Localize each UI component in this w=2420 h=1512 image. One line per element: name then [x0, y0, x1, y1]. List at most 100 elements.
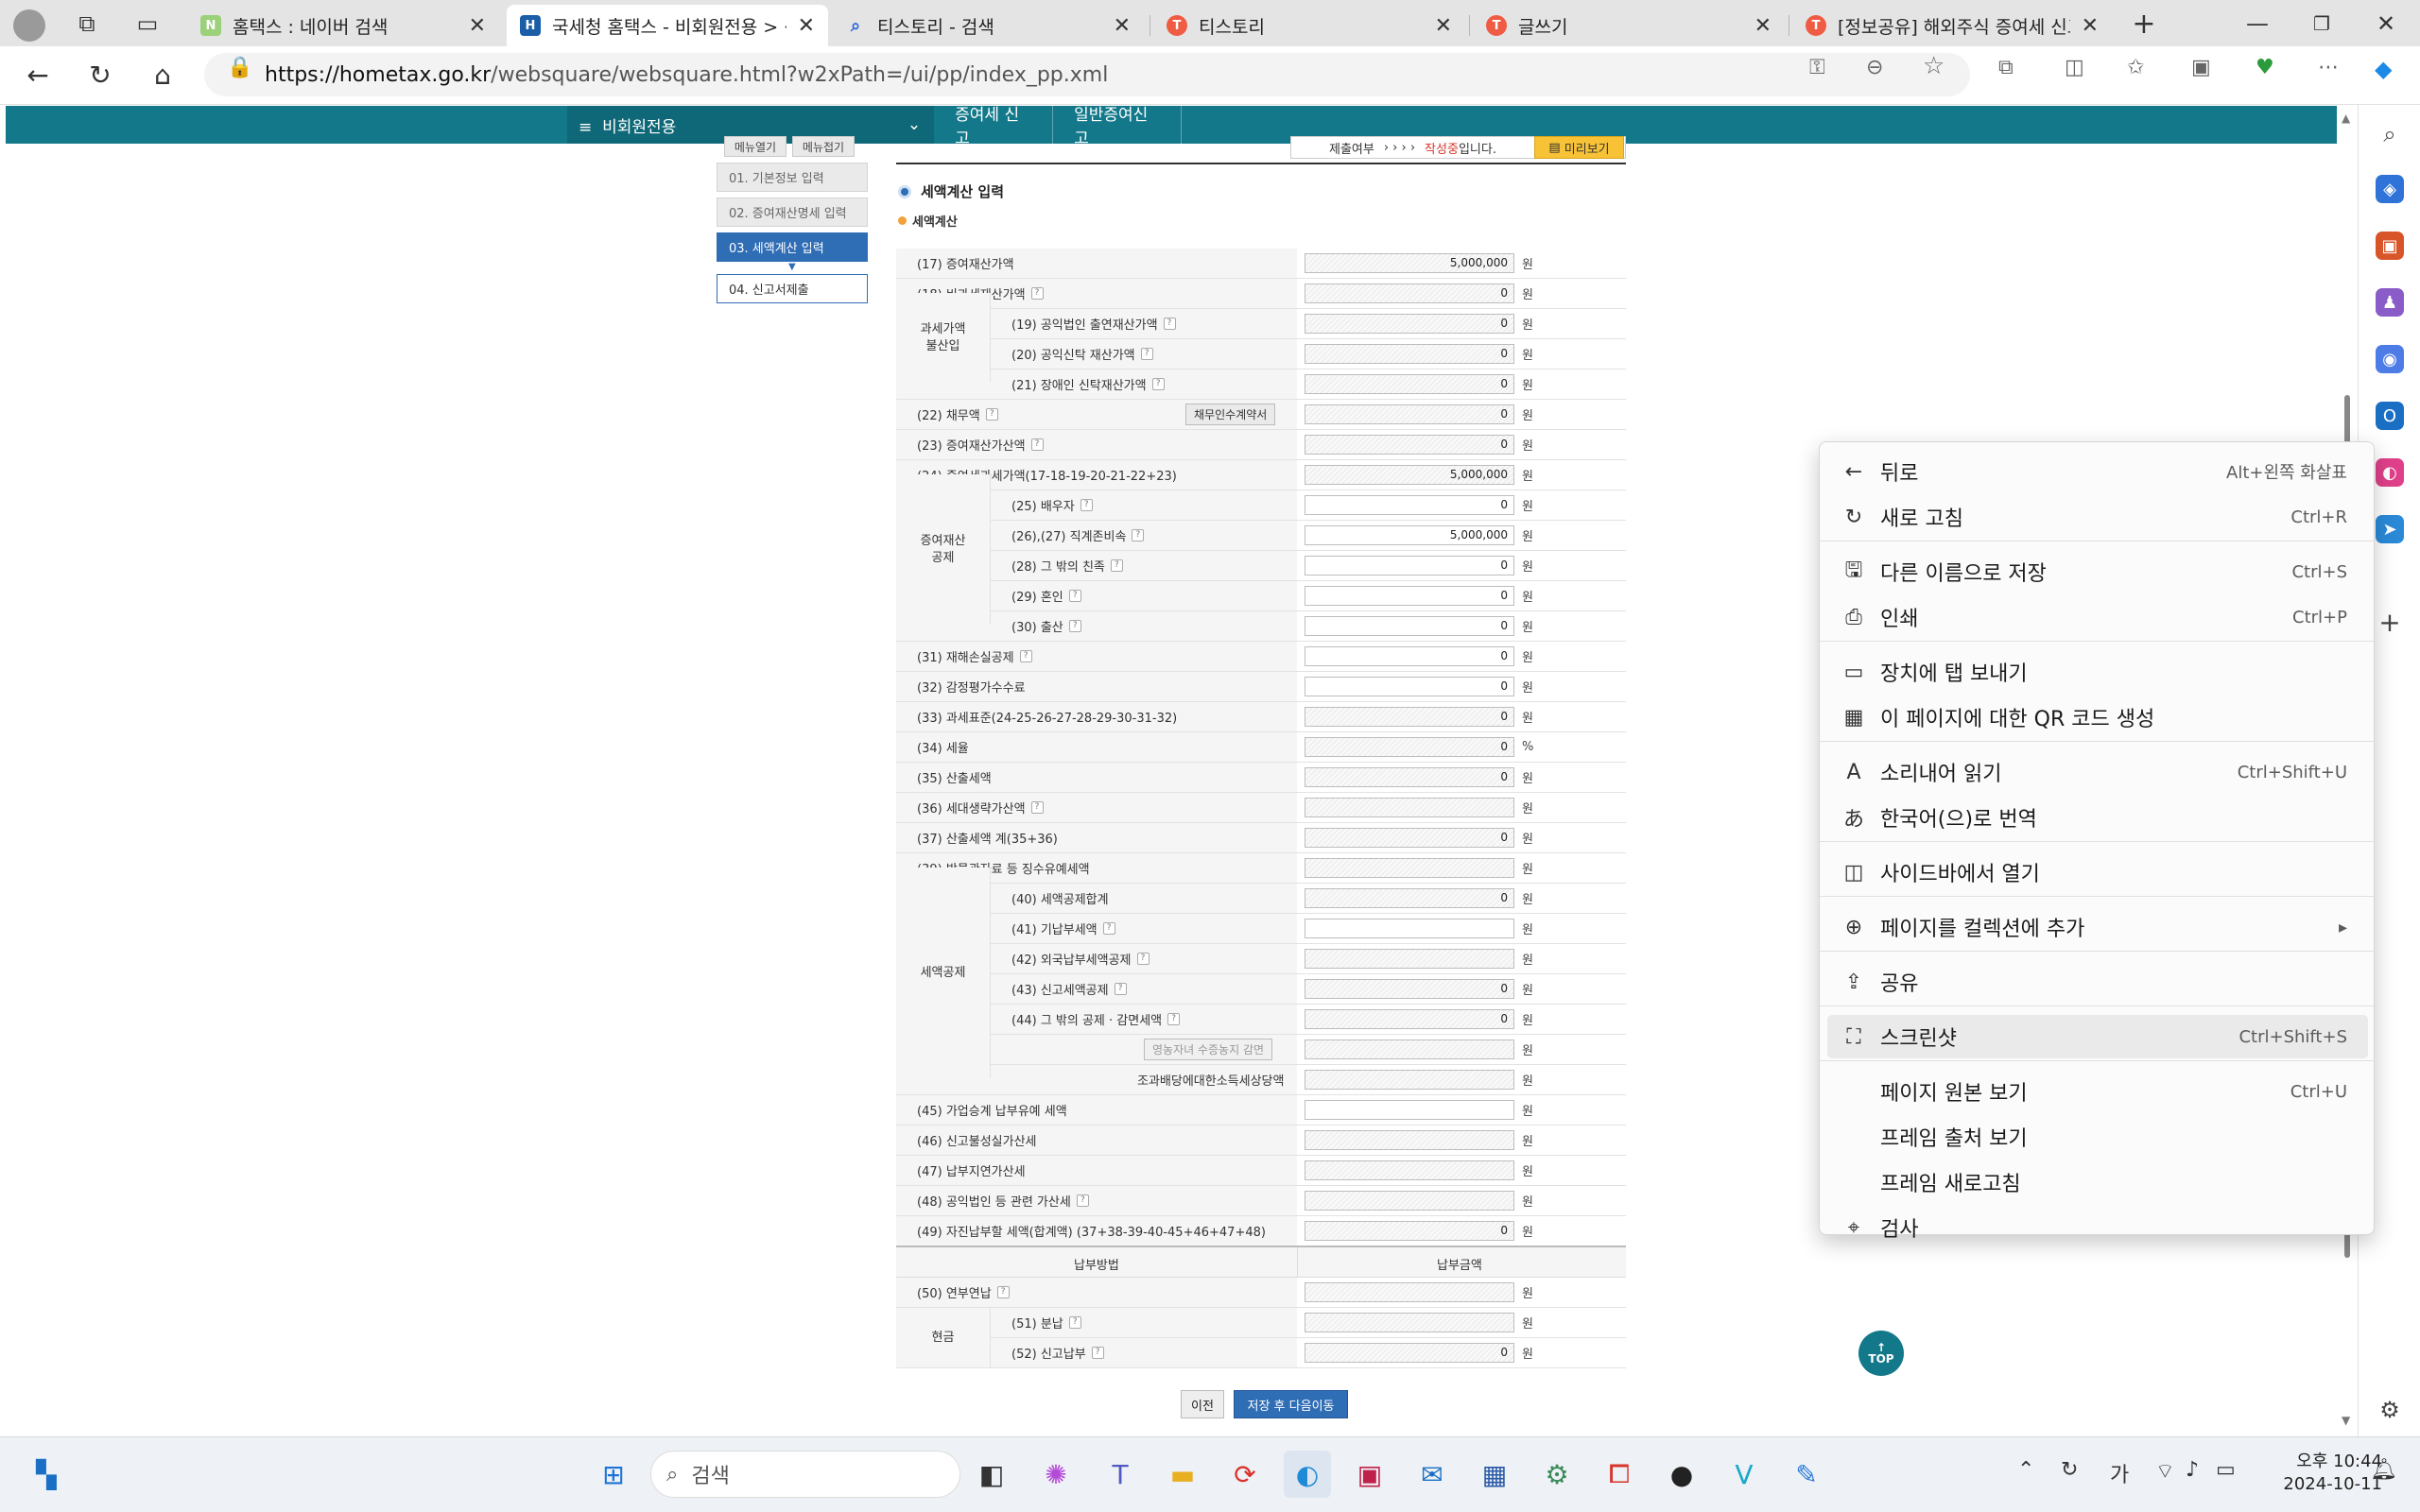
menu-item-sidebar[interactable]: ◫ 사이드바에서 열기 — [1827, 850, 2368, 894]
help-icon[interactable]: ? — [1163, 318, 1176, 330]
start-windows-icon[interactable]: ⊞ — [590, 1451, 637, 1498]
help-icon[interactable]: ? — [1068, 590, 1081, 602]
help-icon[interactable]: ? — [1030, 287, 1044, 300]
row-value-field[interactable]: 0 — [1305, 344, 1514, 364]
row-value-field[interactable]: 0 — [1305, 586, 1514, 606]
teams-icon[interactable]: T — [1097, 1451, 1144, 1498]
snip-app-icon[interactable]: ⧠ — [1596, 1451, 1643, 1498]
menu-item-item-12[interactable]: 페이지 원본 보기 Ctrl+U — [1827, 1070, 2368, 1113]
row-value-field[interactable] — [1305, 1282, 1514, 1302]
settings-app-icon[interactable]: ⚙ — [1533, 1451, 1581, 1498]
task-view-icon[interactable]: ◧ — [968, 1451, 1015, 1498]
row-value-field[interactable]: 5,000,000 — [1305, 465, 1514, 485]
notification-bell-icon[interactable]: 🔔︎ — [2371, 1458, 2397, 1482]
preview-button[interactable]: ▤ 미리보기 — [1534, 136, 1624, 159]
row-value-field[interactable]: 0 — [1305, 1009, 1514, 1029]
row-value-field[interactable]: 0 — [1305, 677, 1514, 696]
help-icon[interactable]: ? — [1091, 1347, 1104, 1359]
help-icon[interactable]: ? — [1080, 499, 1093, 511]
row-value-field[interactable]: 0 — [1305, 979, 1514, 999]
breadcrumb-gift-tax[interactable]: 증여세 신고 — [934, 106, 1054, 148]
row-value-field[interactable]: 0 — [1305, 1221, 1514, 1241]
row-value-field[interactable] — [1305, 858, 1514, 878]
menu-item-item-13[interactable]: 프레임 출처 보기 — [1827, 1115, 2368, 1159]
close-icon[interactable]: ✕ — [469, 14, 486, 38]
help-icon[interactable]: ? — [985, 408, 998, 421]
row-value-field[interactable]: 0 — [1305, 616, 1514, 636]
row-value-field[interactable] — [1305, 919, 1514, 938]
tab-actions-icon[interactable]: ▭ — [130, 8, 164, 40]
url-field[interactable]: https://hometax.go.kr/websquare/websquar… — [204, 53, 1970, 96]
row-value-field[interactable] — [1305, 1070, 1514, 1090]
vscode-like-icon[interactable]: V — [1720, 1451, 1768, 1498]
menu-item-share[interactable]: ⇪ 공유 — [1827, 960, 2368, 1004]
extensions-icon[interactable]: ⧉ — [1998, 56, 2014, 79]
clock[interactable]: 오후 10:44 2024-10-11 — [2259, 1451, 2382, 1496]
row-value-field[interactable]: 0 — [1305, 707, 1514, 727]
tab-hometax[interactable]: H 국세청 홈택스 - 비회원전용 > 신 ✕ — [507, 5, 828, 46]
copilot-app-icon[interactable]: ✺ — [1032, 1451, 1080, 1498]
row-value-field[interactable]: 0 — [1305, 435, 1514, 455]
row-value-field[interactable] — [1305, 1040, 1514, 1059]
row-value-field[interactable] — [1305, 1313, 1514, 1332]
save-next-button[interactable]: 저장 후 다음이동 — [1234, 1390, 1348, 1418]
search-icon[interactable]: ⌕ — [2376, 120, 2404, 148]
row-value-field[interactable] — [1305, 1160, 1514, 1180]
send-icon[interactable]: ➤ — [2376, 515, 2404, 543]
help-icon[interactable]: ? — [1019, 650, 1032, 662]
help-icon[interactable]: ? — [1140, 348, 1153, 360]
menu-item-qr-code[interactable]: ▦ 이 페이지에 대한 QR 코드 생성 — [1827, 696, 2368, 739]
collections-icon[interactable]: ▣ — [2191, 56, 2211, 79]
help-icon[interactable]: ? — [1151, 378, 1165, 390]
tab-tistory[interactable]: T 티스토리 ✕ — [1153, 5, 1465, 46]
row-value-field[interactable]: 0 — [1305, 888, 1514, 908]
close-icon[interactable]: ✕ — [2082, 14, 2099, 38]
row-value-field[interactable]: 0 — [1305, 374, 1514, 394]
help-icon[interactable]: ? — [1030, 801, 1044, 814]
mail-icon[interactable]: ✉ — [1409, 1451, 1456, 1498]
row-value-field[interactable]: 0 — [1305, 404, 1514, 424]
farmland-reduction-button[interactable]: 영농자녀 수증농지 감면 — [1144, 1039, 1273, 1060]
row-value-field[interactable]: 0 — [1305, 1343, 1514, 1363]
zoom-icon[interactable]: ⊖ — [1866, 56, 1883, 79]
minimize-icon[interactable]: — — [2240, 8, 2274, 40]
menu-item-collection[interactable]: ⊕ 페이지를 컬렉션에 추가 ▸ — [1827, 905, 2368, 949]
restore-icon[interactable]: ❐ — [2305, 8, 2339, 40]
row-value-field[interactable]: 5,000,000 — [1305, 525, 1514, 545]
step-submit[interactable]: 04. 신고서제출 — [717, 274, 868, 303]
menu-item-item-14[interactable]: 프레임 새로고침 — [1827, 1160, 2368, 1204]
row-value-field[interactable] — [1305, 1100, 1514, 1120]
tray-sync-icon[interactable]: ↻ — [2061, 1458, 2078, 1482]
menu-item-refresh[interactable]: ↻ 새로 고침 Ctrl+R — [1827, 495, 2368, 539]
tray-overflow-icon[interactable]: ⌃ — [2017, 1458, 2034, 1482]
debt-contract-button[interactable]: 채무인수계약서 — [1185, 404, 1276, 425]
favorites-icon[interactable]: ✩ — [2127, 56, 2144, 79]
refresh-icon[interactable]: ↻ — [79, 54, 121, 95]
scroll-down-icon[interactable]: ▼ — [2342, 1414, 2350, 1427]
row-value-field[interactable]: 0 — [1305, 556, 1514, 576]
menu-close-button[interactable]: 메뉴접기 — [792, 136, 855, 157]
row-value-field[interactable]: 0 — [1305, 828, 1514, 848]
obs-icon[interactable]: ● — [1658, 1451, 1705, 1498]
help-icon[interactable]: ? — [996, 1286, 1010, 1298]
file-explorer-icon[interactable]: ▬ — [1159, 1451, 1206, 1498]
step-tax-calc[interactable]: 03. 세액계산 입력 — [717, 232, 868, 262]
row-value-field[interactable] — [1305, 1191, 1514, 1211]
tab-naver-search[interactable]: N 홈택스 : 네이버 검색 ✕ — [187, 5, 499, 46]
help-icon[interactable]: ? — [1110, 559, 1123, 572]
menu-item-read-aloud[interactable]: A 소리내어 읽기 Ctrl+Shift+U — [1827, 750, 2368, 794]
close-icon[interactable]: ✕ — [1435, 14, 1452, 38]
close-icon[interactable]: ✕ — [798, 14, 815, 38]
row-value-field[interactable] — [1305, 949, 1514, 969]
row-value-field[interactable]: 0 — [1305, 646, 1514, 666]
scroll-top-button[interactable]: ↑ TOP — [1858, 1331, 1904, 1376]
settings-gear-icon[interactable]: ⚙ — [2376, 1396, 2404, 1424]
taskbar-search[interactable]: ⌕ 검색 — [650, 1451, 960, 1498]
favorite-star-icon[interactable]: ☆ — [1923, 52, 1945, 80]
window-close-icon[interactable]: ✕ — [2369, 8, 2403, 40]
edge-icon[interactable]: ◐ — [1284, 1451, 1331, 1498]
sync-app-icon[interactable]: ⟳ — [1221, 1451, 1269, 1498]
help-icon[interactable]: ? — [1068, 620, 1081, 632]
close-icon[interactable]: ✕ — [1114, 14, 1131, 38]
help-icon[interactable]: ? — [1102, 922, 1115, 935]
